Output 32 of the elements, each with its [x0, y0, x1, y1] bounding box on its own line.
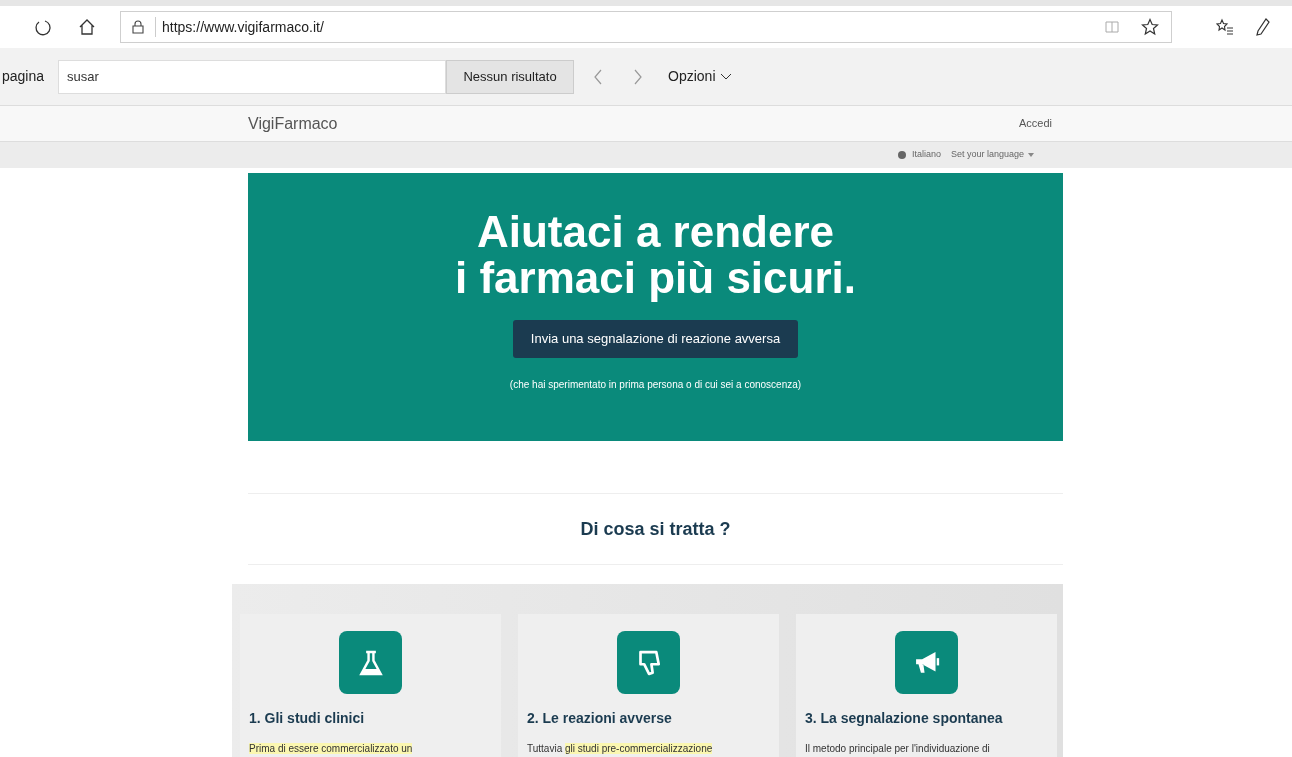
login-link[interactable]: Accedi: [1018, 115, 1052, 132]
address-bar[interactable]: https://www.vigifarmaco.it/: [120, 11, 1172, 43]
language-selector[interactable]: Set your language: [950, 148, 1034, 162]
find-field[interactable]: susar: [58, 59, 447, 94]
thumbs-down-icon: [617, 631, 680, 694]
section-title: Di cosa si tratta ?: [580, 517, 731, 541]
caret-icon: [1028, 153, 1034, 157]
find-result-button[interactable]: Nessun risultato: [446, 59, 575, 94]
card-title: 2. Le reazioni avverse: [527, 709, 673, 728]
card-text: Il metodo principale per l'individuazione di: [805, 742, 990, 756]
star-icon[interactable]: [1141, 18, 1159, 36]
current-language: Italiano: [911, 148, 941, 162]
favorites-icon[interactable]: [1216, 18, 1234, 36]
brand-link[interactable]: VigiFarmaco: [248, 111, 338, 136]
lock-icon: [131, 20, 145, 34]
megaphone-icon: [895, 631, 958, 694]
url-text: https://www.vigifarmaco.it/: [162, 17, 324, 37]
hero-title: i farmaci più sicuri.: [455, 255, 856, 301]
flask-icon: [339, 631, 402, 694]
find-label: pagina: [2, 67, 45, 86]
hero-note: (che hai sperimentato in prima persona o di cui sei a conoscenza): [509, 378, 802, 392]
pen-icon[interactable]: [1256, 18, 1270, 36]
report-button[interactable]: Invia una segnalazione di reazione avversa: [512, 320, 799, 358]
hero-title: Aiutaci a rendere: [477, 209, 834, 255]
card-text: Tuttavia gli studi pre-commercializzazione: [527, 742, 713, 756]
caret-icon: [719, 72, 732, 81]
home-icon[interactable]: [78, 18, 96, 36]
card-title: 3. La segnalazione spontanea: [805, 709, 1004, 728]
refresh-icon[interactable]: [34, 18, 52, 36]
card-title: 1. Gli studi clinici: [249, 709, 366, 728]
options-button[interactable]: Opzioni: [668, 66, 732, 87]
card-text: Prima di essere commercializzato un: [249, 742, 413, 756]
